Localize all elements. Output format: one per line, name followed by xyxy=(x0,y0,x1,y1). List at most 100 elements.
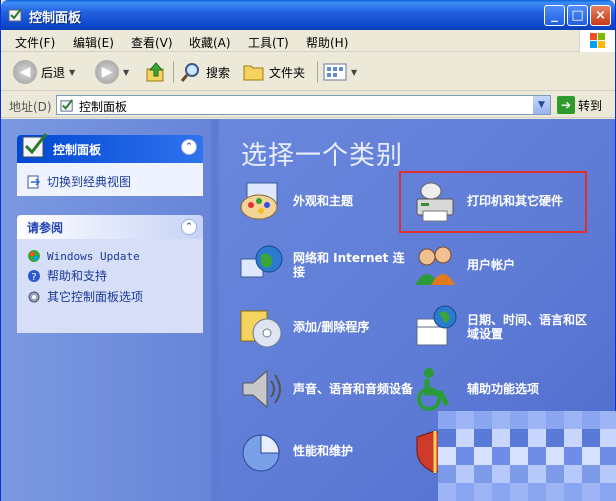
title-bar[interactable]: 控制面板 _ □ × xyxy=(1,0,615,30)
minimize-button[interactable]: _ xyxy=(544,5,565,26)
link-label: 帮助和支持 xyxy=(47,269,108,283)
mosaic-tile xyxy=(438,447,456,465)
address-label: 地址(D) xyxy=(9,100,52,114)
mosaic-tile xyxy=(564,411,582,429)
category-sound-speech-audio[interactable]: 声音、语音和音频设备 xyxy=(237,365,413,413)
mosaic-tile xyxy=(456,465,474,483)
category-label: 打印机和其它硬件 xyxy=(467,194,564,208)
link-label: 切换到经典视图 xyxy=(47,175,132,189)
control-panel-icon xyxy=(22,133,48,158)
category-printers-hardware[interactable]: 打印机和其它硬件 xyxy=(411,177,563,225)
mosaic-tile xyxy=(582,411,600,429)
views-dropdown-icon[interactable]: ▼ xyxy=(351,68,357,77)
menu-help[interactable]: 帮助(H) xyxy=(306,34,348,51)
classic-view-icon xyxy=(27,175,41,188)
accessibility-icon xyxy=(417,368,450,411)
mosaic-tile xyxy=(600,429,616,447)
menu-view[interactable]: 查看(V) xyxy=(131,34,173,51)
category-label: 用户帐户 xyxy=(467,258,516,272)
category-accessibility[interactable]: 辅助功能选项 xyxy=(411,365,539,413)
mosaic-tile xyxy=(492,483,510,501)
folder-icon xyxy=(243,65,264,81)
category-user-accounts[interactable]: 用户帐户 xyxy=(411,241,515,289)
windows-update-link[interactable]: Windows Update xyxy=(27,249,193,263)
mosaic-tile xyxy=(564,483,582,501)
mosaic-tile xyxy=(528,483,546,501)
forward-dropdown-icon[interactable]: ▼ xyxy=(123,68,129,77)
folders-button[interactable]: 文件夹 xyxy=(243,59,305,85)
link-label: 其它控制面板选项 xyxy=(47,290,144,304)
mosaic-tile xyxy=(564,447,582,465)
panel-body: 切换到经典视图 xyxy=(17,163,203,196)
mosaic-tile xyxy=(564,465,582,483)
category-appearance-themes[interactable]: 外观和主题 xyxy=(237,177,353,225)
users-icon xyxy=(415,246,455,285)
explorer-window: 控制面板 _ □ × 文件(F) 编辑(E) 查看(V) 收藏(A) 工具(T)… xyxy=(0,0,616,501)
mosaic-tile xyxy=(492,429,510,447)
category-network-internet[interactable]: 网络和 Internet 连接 xyxy=(237,241,413,289)
category-date-time-language[interactable]: 日期、时间、语言和区域设置 xyxy=(411,303,587,351)
folders-label: 文件夹 xyxy=(269,65,306,80)
cd-box-icon xyxy=(240,310,282,348)
control-panel-icon xyxy=(8,8,22,22)
up-folder-icon xyxy=(146,62,164,82)
panel-header[interactable]: 控制面板 ⌃ xyxy=(17,133,203,163)
back-arrow-icon: ◀ xyxy=(13,60,37,84)
control-panel-task-pane: 控制面板 ⌃ 切换到经典视图 xyxy=(17,133,203,196)
back-button[interactable]: ◀ 后退 ▼ xyxy=(13,59,75,85)
mosaic-tile xyxy=(438,411,456,429)
panel-header[interactable]: 请参阅 ⌃ xyxy=(17,215,203,239)
menu-file[interactable]: 文件(F) xyxy=(15,34,55,51)
printer-icon xyxy=(416,182,454,222)
address-value: 控制面板 xyxy=(79,100,128,114)
up-folder-button[interactable] xyxy=(145,59,167,85)
menu-bar: 文件(F) 编辑(E) 查看(V) 收藏(A) 工具(T) 帮助(H) xyxy=(1,30,615,52)
mosaic-tile xyxy=(546,483,564,501)
page-title: 选择一个类别 xyxy=(241,141,404,171)
mosaic-tile xyxy=(600,483,616,501)
menu-edit[interactable]: 编辑(E) xyxy=(73,34,114,51)
back-dropdown-icon[interactable]: ▼ xyxy=(69,68,75,77)
mosaic-tile xyxy=(600,465,616,483)
mosaic-tile xyxy=(600,447,616,465)
mosaic-tile xyxy=(582,465,600,483)
category-label: 添加/删除程序 xyxy=(293,320,370,334)
forward-button[interactable]: ▶ ▼ xyxy=(95,59,129,85)
other-options-link[interactable]: 其它控制面板选项 xyxy=(27,288,193,305)
mosaic-tile xyxy=(528,429,546,447)
mosaic-tile xyxy=(474,465,492,483)
address-input[interactable]: 控制面板 ▼ xyxy=(56,95,551,115)
address-dropdown-icon[interactable]: ▼ xyxy=(533,96,550,114)
window-title: 控制面板 xyxy=(29,11,82,26)
help-support-link[interactable]: ? 帮助和支持 xyxy=(27,267,193,284)
search-button[interactable]: 搜索 xyxy=(180,59,230,85)
category-label: 性能和维护 xyxy=(293,444,354,458)
close-button[interactable]: × xyxy=(590,5,611,26)
calendar-globe-icon xyxy=(416,305,457,346)
collapse-icon[interactable]: ⌃ xyxy=(181,139,197,155)
category-performance-maintenance[interactable]: 性能和维护 xyxy=(237,427,353,475)
mosaic-tile xyxy=(492,447,510,465)
panel-title: 请参阅 xyxy=(27,220,64,235)
address-bar: 地址(D) 控制面板 ▼ ➔ 转到 xyxy=(1,92,615,118)
category-add-remove-programs[interactable]: 添加/删除程序 xyxy=(237,303,369,351)
category-label: 日期、时间、语言和区域设置 xyxy=(467,313,588,341)
category-label: 声音、语音和音频设备 xyxy=(293,382,414,396)
mosaic-tile xyxy=(600,411,616,429)
see-also-task-pane: 请参阅 ⌃ Windows Update ? 帮助和支持 其它控制面板选项 xyxy=(17,215,203,333)
mosaic-tile xyxy=(510,411,528,429)
mosaic-tile xyxy=(474,483,492,501)
svg-text:?: ? xyxy=(31,272,36,283)
views-button[interactable]: ▼ xyxy=(323,59,357,85)
toolbar-separator xyxy=(317,61,318,83)
go-button[interactable]: ➔ 转到 xyxy=(557,96,602,114)
maximize-button[interactable]: □ xyxy=(567,5,588,26)
menu-tools[interactable]: 工具(T) xyxy=(248,34,289,51)
collapse-icon[interactable]: ⌃ xyxy=(181,219,197,235)
mosaic-tile xyxy=(510,447,528,465)
mosaic-tile xyxy=(438,465,456,483)
mosaic-tile xyxy=(474,447,492,465)
menu-favorites[interactable]: 收藏(A) xyxy=(189,34,231,51)
switch-classic-view-link[interactable]: 切换到经典视图 xyxy=(27,173,193,190)
toolbar-separator xyxy=(173,61,174,83)
